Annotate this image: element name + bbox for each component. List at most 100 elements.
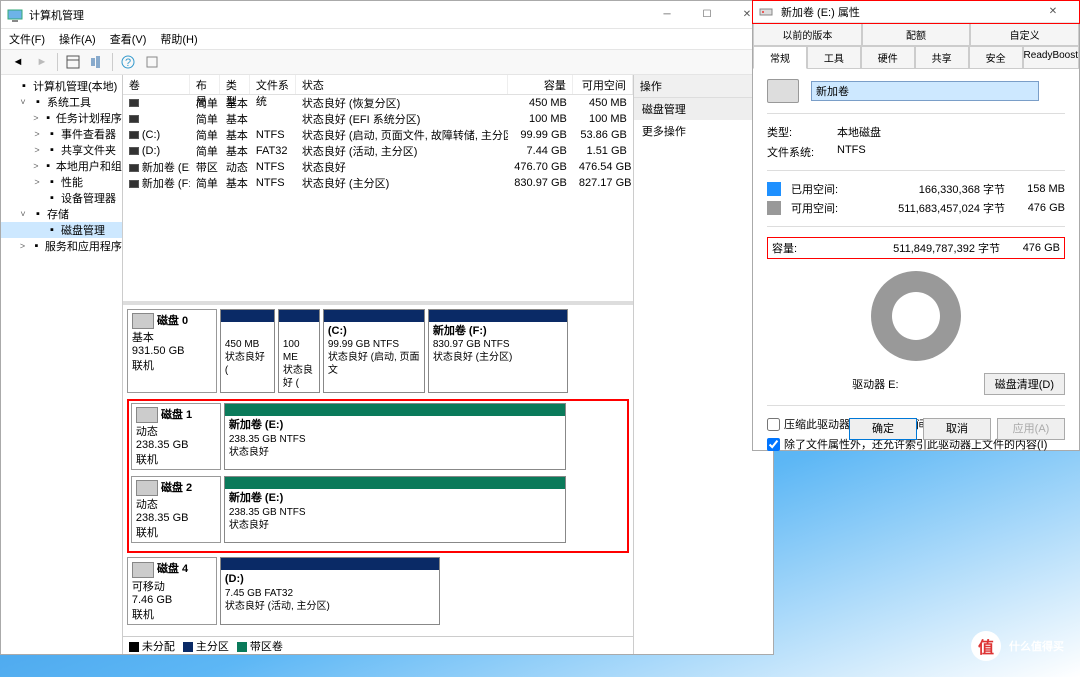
volume-list-header[interactable]: 卷 布局 类型 文件系统 状态 容量 可用空间 (123, 75, 633, 95)
disk-icon (136, 480, 158, 496)
tree-node[interactable]: ▪磁盘管理 (1, 222, 122, 238)
help-button[interactable]: ? (117, 51, 139, 73)
partition[interactable]: (C:)99.99 GB NTFS状态良好 (启动, 页面文 (323, 309, 425, 393)
col-capacity[interactable]: 容量 (508, 75, 573, 94)
disk-icon (132, 562, 154, 578)
tab-readyboost[interactable]: ReadyBoost (1023, 46, 1079, 69)
views-button[interactable] (62, 51, 84, 73)
ok-button[interactable]: 确定 (849, 418, 917, 440)
tree-node[interactable]: >▪共享文件夹 (1, 142, 122, 158)
cancel-button[interactable]: 取消 (923, 418, 991, 440)
disk-info[interactable]: 磁盘 4可移动7.46 GB联机 (127, 557, 217, 624)
device-icon: ▪ (45, 191, 59, 205)
tab-previous-versions[interactable]: 以前的版本 (753, 23, 862, 46)
mgmt-title: 计算机管理 (29, 7, 647, 23)
volume-list[interactable]: 卷 布局 类型 文件系统 状态 容量 可用空间 简单基本状态良好 (恢复分区)4… (123, 75, 633, 305)
volume-row[interactable]: 简单基本状态良好 (恢复分区)450 MB450 MB (123, 95, 633, 111)
partition[interactable]: (D:)7.45 GB FAT32状态良好 (活动, 主分区) (220, 557, 440, 624)
tree-node[interactable]: >▪服务和应用程序 (1, 238, 122, 254)
partition[interactable]: 新加卷 (F:)830.97 GB NTFS状态良好 (主分区) (428, 309, 568, 393)
disk-info[interactable]: 磁盘 0基本931.50 GB联机 (127, 309, 217, 393)
minimize-button[interactable]: ─ (647, 4, 687, 26)
props-titlebar[interactable]: 新加卷 (E:) 属性 ✕ (753, 1, 1079, 23)
disk-row: 磁盘 2动态238.35 GB联机新加卷 (E:)238.35 GB NTFS状… (131, 476, 625, 543)
capacity-size: 476 GB (1010, 242, 1060, 254)
drive-name-input[interactable] (811, 81, 1039, 101)
index-checkbox[interactable] (767, 438, 780, 451)
col-layout[interactable]: 布局 (190, 75, 220, 94)
tree-node[interactable]: ▪设备管理器 (1, 190, 122, 206)
menu-help[interactable]: 帮助(H) (160, 31, 197, 47)
disk-cleanup-button[interactable]: 磁盘清理(D) (984, 373, 1065, 395)
tabs-row-2: 常规 工具 硬件 共享 安全 ReadyBoost (753, 46, 1079, 69)
volume-row[interactable]: (C:)简单基本NTFS状态良好 (启动, 页面文件, 故障转储, 主分区)99… (123, 127, 633, 143)
highlighted-disks: 磁盘 1动态238.35 GB联机新加卷 (E:)238.35 GB NTFS状… (127, 399, 629, 553)
app-icon (7, 7, 23, 23)
col-status[interactable]: 状态 (296, 75, 508, 94)
forward-button[interactable]: ► (31, 51, 53, 73)
volume-row[interactable]: (D:)简单基本FAT32状态良好 (活动, 主分区)7.44 GB1.51 G… (123, 143, 633, 159)
menu-file[interactable]: 文件(F) (9, 31, 45, 47)
disk-icon: ▪ (45, 223, 59, 237)
capacity-bytes: 511,849,787,392 字节 (851, 240, 1000, 256)
disk-info[interactable]: 磁盘 2动态238.35 GB联机 (131, 476, 221, 543)
volume-row[interactable]: 新加卷 (F:)简单基本NTFS状态良好 (主分区)830.97 GB827.1… (123, 175, 633, 191)
tools-icon: ▪ (31, 95, 45, 109)
free-bytes: 511,683,457,024 字节 (856, 200, 1005, 216)
mgmt-titlebar[interactable]: 计算机管理 ─ ☐ ✕ (1, 1, 773, 29)
volume-row[interactable]: 简单基本状态良好 (EFI 系统分区)100 MB100 MB (123, 111, 633, 127)
toolbar: ◄ ► ? (1, 49, 773, 75)
col-volume[interactable]: 卷 (123, 75, 190, 94)
tree-node[interactable]: >▪事件查看器 (1, 126, 122, 142)
tree-node[interactable]: >▪性能 (1, 174, 122, 190)
compress-checkbox[interactable] (767, 418, 780, 431)
legend: 未分配 主分区 带区卷 (123, 636, 633, 654)
volume-row[interactable]: 新加卷 (E:)带区动态NTFS状态良好476.70 GB476.54 GB (123, 159, 633, 175)
watermark-icon: 值 (971, 631, 1001, 661)
drive-properties-window: 新加卷 (E:) 属性 ✕ 以前的版本 配额 自定义 常规 工具 硬件 共享 安… (752, 0, 1080, 451)
tree-node[interactable]: ˅▪存储 (1, 206, 122, 222)
close-button[interactable]: ✕ (1033, 1, 1073, 23)
disk-graphical-view[interactable]: 磁盘 0基本931.50 GB联机450 MB状态良好 (100 ME状态良好 … (123, 305, 633, 636)
partition[interactable]: 新加卷 (E:)238.35 GB NTFS状态良好 (224, 403, 566, 470)
storage-icon: ▪ (31, 207, 45, 221)
back-button[interactable]: ◄ (7, 51, 29, 73)
partition[interactable]: 450 MB状态良好 ( (220, 309, 275, 393)
used-swatch (767, 182, 781, 196)
used-bytes: 166,330,368 字节 (856, 181, 1005, 197)
props-title: 新加卷 (E:) 属性 (781, 4, 1033, 20)
disk-icon (136, 407, 158, 423)
tab-custom[interactable]: 自定义 (970, 23, 1079, 46)
drive-large-icon (767, 79, 799, 103)
tab-quota[interactable]: 配额 (862, 23, 971, 46)
tab-sharing[interactable]: 共享 (915, 46, 969, 69)
tab-security[interactable]: 安全 (969, 46, 1023, 69)
disk-info[interactable]: 磁盘 1动态238.35 GB联机 (131, 403, 221, 470)
menu-view[interactable]: 查看(V) (110, 31, 147, 47)
tab-tools[interactable]: 工具 (807, 46, 861, 69)
menubar: 文件(F) 操作(A) 查看(V) 帮助(H) (1, 29, 773, 49)
computer-icon: ▪ (17, 79, 31, 93)
perf-icon: ▪ (45, 175, 59, 189)
drive-icon (759, 4, 775, 20)
tree-node[interactable]: >▪任务计划程序 (1, 110, 122, 126)
menu-action[interactable]: 操作(A) (59, 31, 96, 47)
col-free[interactable]: 可用空间 (573, 75, 633, 94)
tree-node[interactable]: ˅▪系统工具 (1, 94, 122, 110)
tab-general[interactable]: 常规 (753, 46, 807, 69)
more-button[interactable] (141, 51, 163, 73)
nav-tree[interactable]: ▪计算机管理(本地)˅▪系统工具>▪任务计划程序>▪事件查看器>▪共享文件夹>▪… (1, 75, 123, 654)
tree-node[interactable]: ▪计算机管理(本地) (1, 78, 122, 94)
task-icon: ▪ (43, 111, 54, 125)
free-swatch (767, 201, 781, 215)
partition[interactable]: 新加卷 (E:)238.35 GB NTFS状态良好 (224, 476, 566, 543)
maximize-button[interactable]: ☐ (687, 4, 727, 26)
col-fs[interactable]: 文件系统 (250, 75, 296, 94)
apply-button[interactable]: 应用(A) (997, 418, 1065, 440)
disk-row: 磁盘 4可移动7.46 GB联机(D:)7.45 GB FAT32状态良好 (活… (127, 557, 629, 624)
partition[interactable]: 100 ME状态良好 ( (278, 309, 320, 393)
tab-hardware[interactable]: 硬件 (861, 46, 915, 69)
refresh-button[interactable] (86, 51, 108, 73)
tree-node[interactable]: >▪本地用户和组 (1, 158, 122, 174)
col-type[interactable]: 类型 (220, 75, 250, 94)
